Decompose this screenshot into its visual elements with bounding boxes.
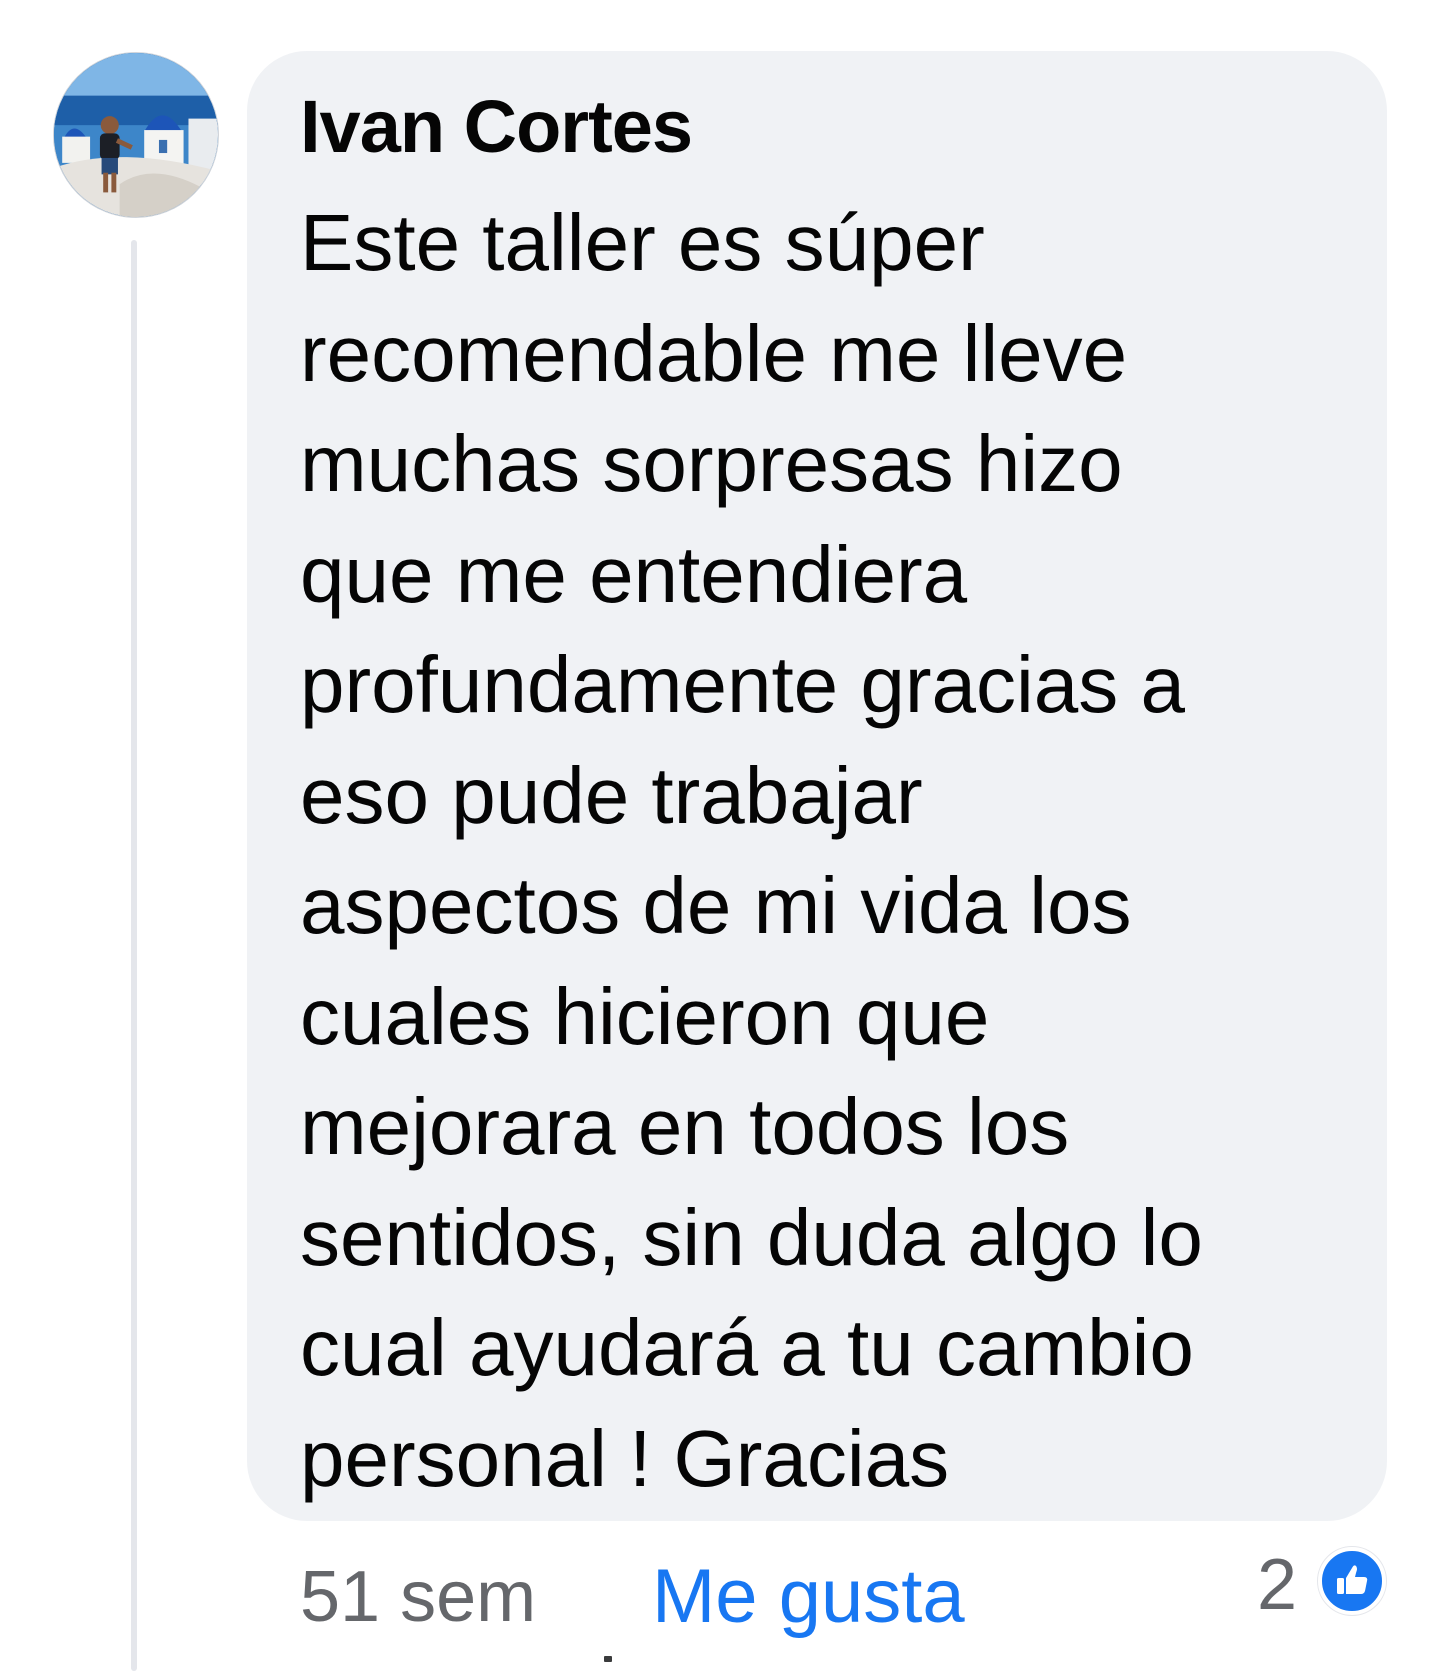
- thumbs-up-icon[interactable]: [1318, 1547, 1386, 1615]
- next-item-fragment: [604, 1656, 612, 1662]
- comment-timestamp[interactable]: 51 sem: [300, 1552, 536, 1642]
- thumbs-up-glyph: [1337, 1565, 1368, 1594]
- author-avatar[interactable]: [53, 52, 219, 218]
- comment-author-name[interactable]: Ivan Cortes: [300, 82, 693, 172]
- comment-text-line: cual ayudará a tu cambio: [300, 1303, 1194, 1392]
- comment-text-line: aspectos de mi vida los: [300, 861, 1132, 950]
- comment-text-line: eso pude trabajar: [300, 750, 923, 840]
- comment-text-line: personal ! Gracias: [300, 1413, 950, 1503]
- comment-text-line: cuales hicieron que: [300, 971, 990, 1061]
- comment-text-line: muchas sorpresas hizo: [300, 419, 1123, 508]
- comment-text: Este taller es súper recomendable me lle…: [300, 188, 1360, 1514]
- profile-photo: [54, 53, 218, 217]
- comment-text-line: recomendable me lleve: [300, 308, 1128, 398]
- reaction-count[interactable]: 2: [1257, 1540, 1297, 1630]
- like-button[interactable]: Me gusta: [652, 1552, 965, 1642]
- comment-text-line: profundamente gracias a: [300, 640, 1185, 729]
- comment-text-line: sentidos, sin duda algo lo: [300, 1192, 1203, 1282]
- comment-text-line: mejorara en todos los: [300, 1082, 1070, 1171]
- comment-text-line: Este taller es súper: [300, 198, 985, 287]
- comment-text-line: que me entendiera: [300, 529, 968, 619]
- reply-thread-line: [131, 240, 137, 1671]
